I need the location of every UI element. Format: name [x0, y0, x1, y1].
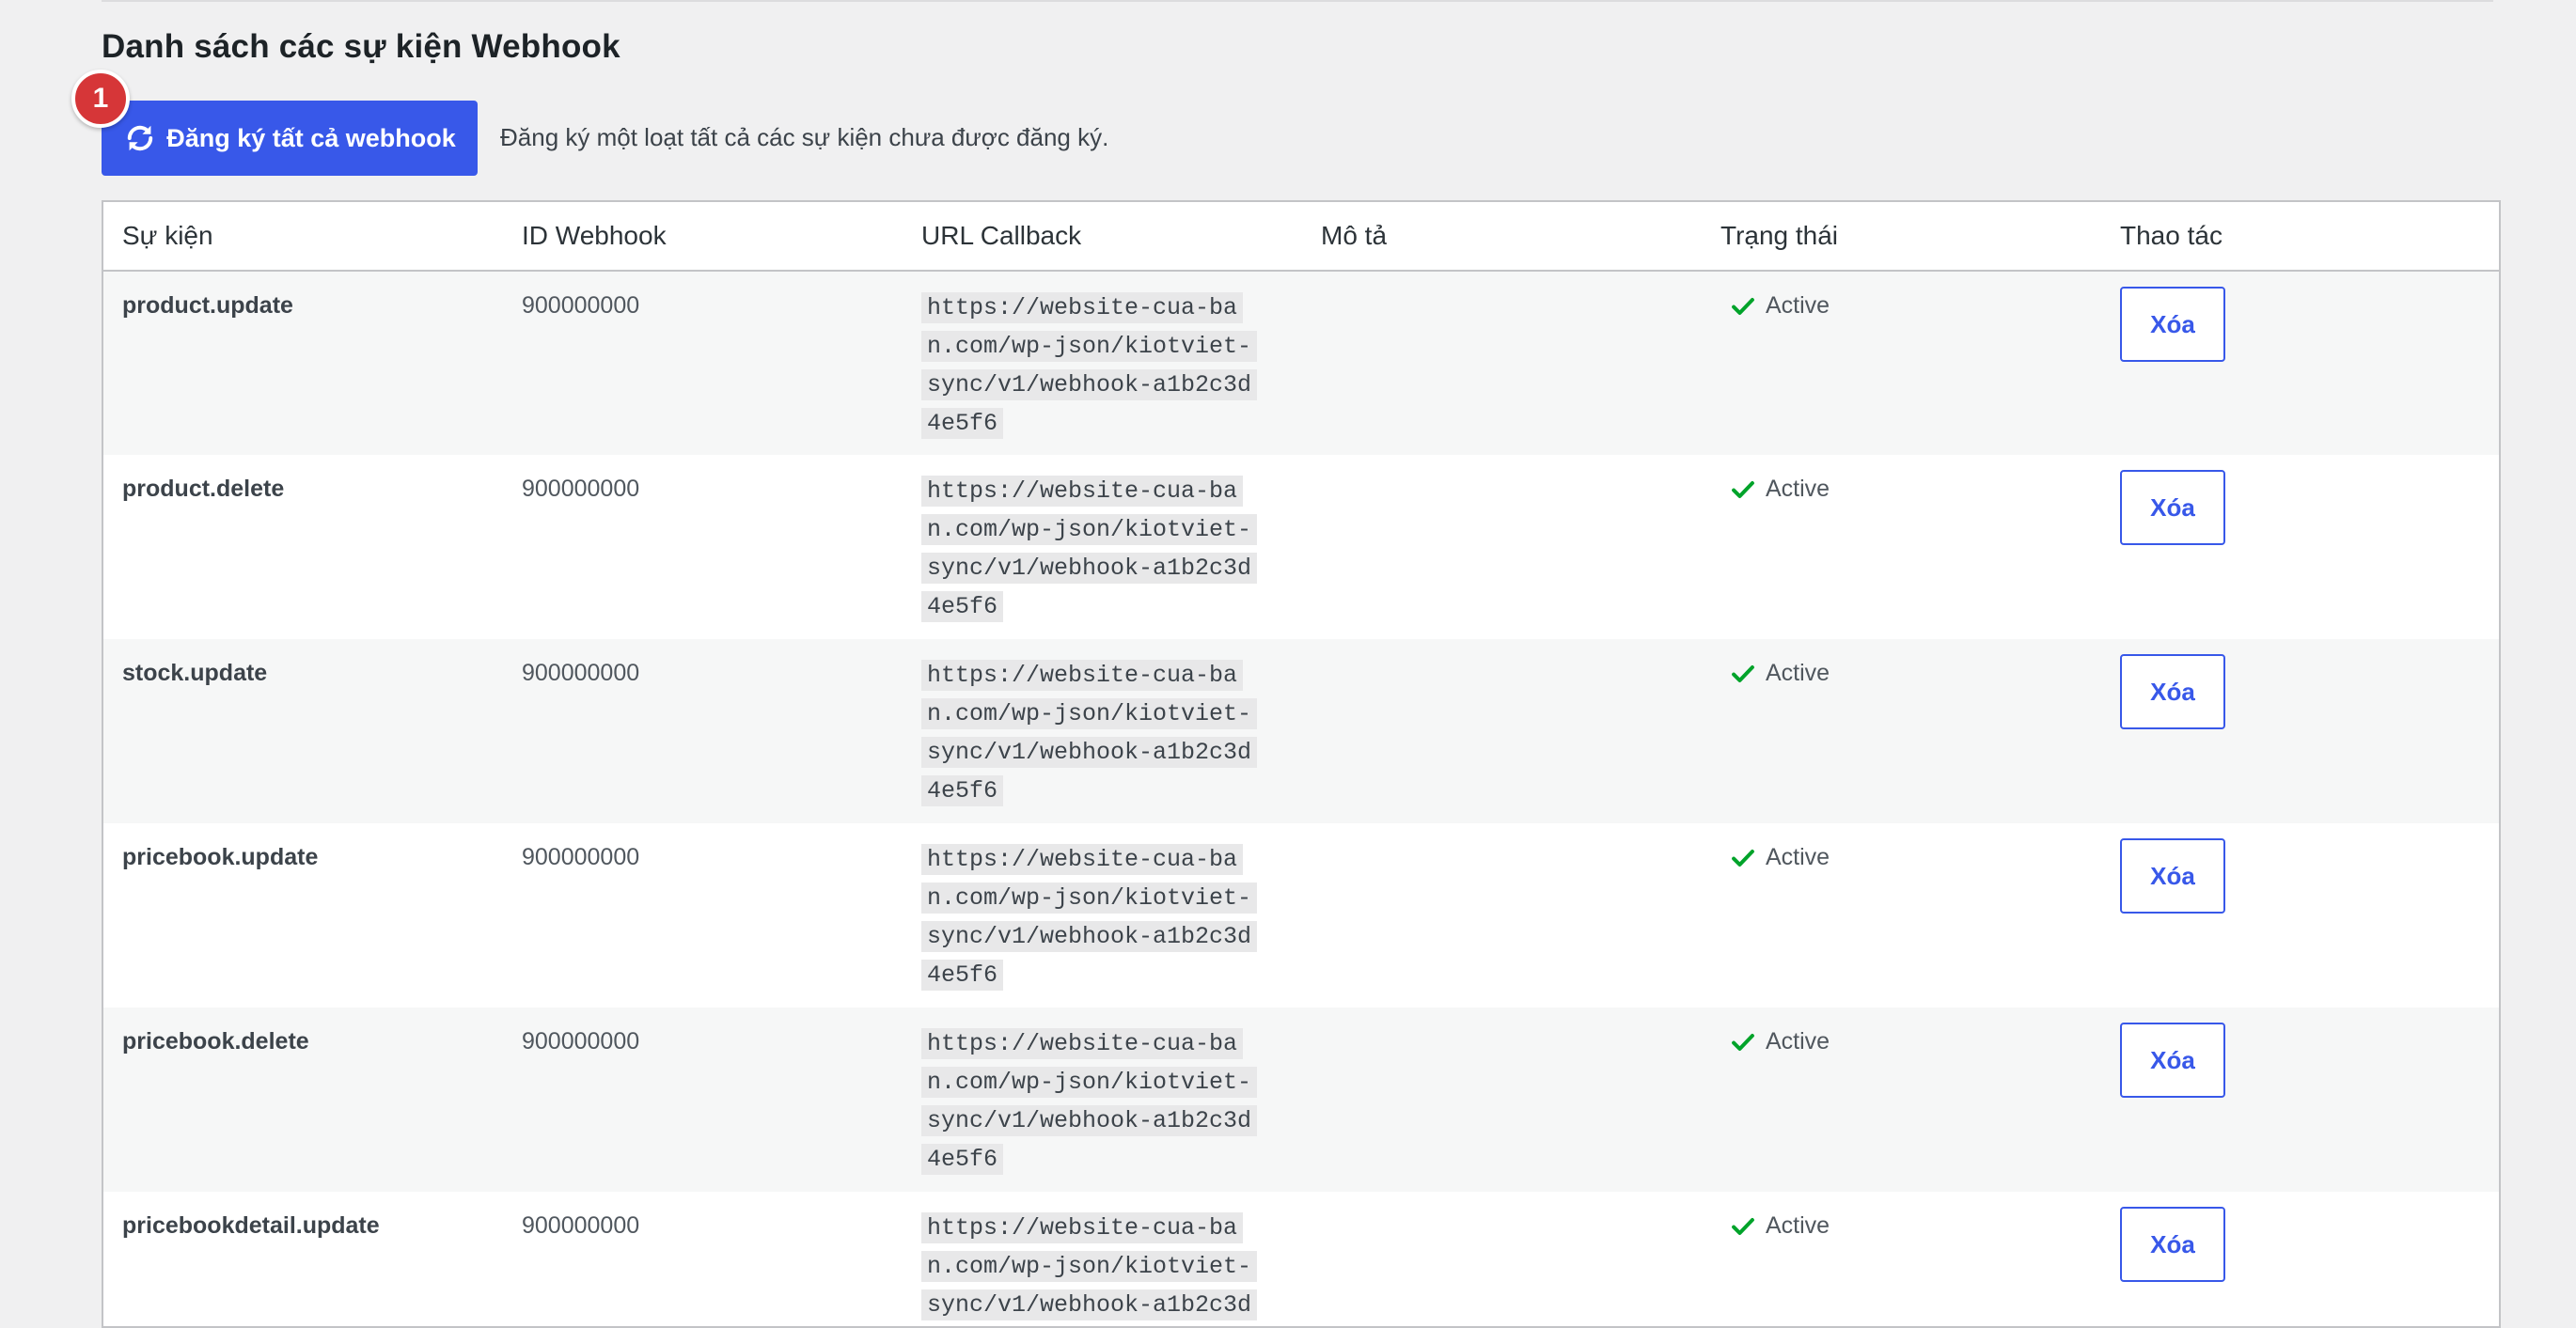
column-header-status: Trạng thái — [1702, 202, 2101, 272]
status-text: Active — [1766, 292, 1830, 319]
status-badge: Active — [1720, 660, 2082, 687]
callback-url: https://website-cua-ban.com/wp-json/kiot… — [921, 292, 1258, 439]
table-row: pricebookdetail.update 900000000 https:/… — [103, 1192, 2499, 1326]
refresh-icon — [123, 121, 157, 155]
delete-button[interactable]: Xóa — [2120, 1207, 2225, 1282]
step-badge: 1 — [71, 70, 130, 128]
table-row: product.update 900000000 https://website… — [103, 271, 2499, 455]
webhook-description — [1302, 1008, 1702, 1192]
top-divider — [102, 0, 2493, 2]
column-header-actions: Thao tác — [2101, 202, 2499, 272]
page-title: Danh sách các sự kiện Webhook — [102, 28, 620, 65]
callback-url: https://website-cua-ban.com/wp-json/kiot… — [921, 476, 1258, 622]
check-icon — [1732, 664, 1754, 682]
webhook-id: 900000000 — [522, 1028, 640, 1055]
column-header-event: Sự kiện — [103, 202, 503, 272]
event-name: pricebook.update — [122, 844, 319, 870]
check-icon — [1732, 480, 1754, 498]
table-row: stock.update 900000000 https://website-c… — [103, 639, 2499, 823]
webhook-id: 900000000 — [522, 660, 640, 686]
status-badge: Active — [1720, 292, 2082, 320]
webhook-description — [1302, 639, 1702, 823]
event-name: product.delete — [122, 476, 285, 502]
check-icon — [1732, 849, 1754, 867]
column-header-callback-url: URL Callback — [903, 202, 1302, 272]
check-icon — [1732, 1033, 1754, 1051]
register-all-webhooks-label: Đăng ký tất cả webhook — [166, 123, 456, 152]
status-text: Active — [1766, 660, 1830, 686]
status-text: Active — [1766, 1028, 1830, 1055]
webhook-description — [1302, 823, 1702, 1008]
callback-url: https://website-cua-ban.com/wp-json/kiot… — [921, 1212, 1258, 1326]
check-icon — [1732, 297, 1754, 315]
check-icon — [1732, 1217, 1754, 1235]
webhook-id: 900000000 — [522, 476, 640, 502]
webhook-id: 900000000 — [522, 1212, 640, 1239]
status-badge: Active — [1720, 476, 2082, 503]
table-row: pricebook.update 900000000 https://websi… — [103, 823, 2499, 1008]
webhook-description — [1302, 1192, 1702, 1326]
delete-button[interactable]: Xóa — [2120, 470, 2225, 545]
webhook-description — [1302, 271, 1702, 455]
callback-url: https://website-cua-ban.com/wp-json/kiot… — [921, 1028, 1258, 1175]
delete-button[interactable]: Xóa — [2120, 287, 2225, 362]
table-row: product.delete 900000000 https://website… — [103, 455, 2499, 639]
webhook-description — [1302, 455, 1702, 639]
column-header-description: Mô tả — [1302, 202, 1702, 272]
table-row: pricebook.delete 900000000 https://websi… — [103, 1008, 2499, 1192]
register-description: Đăng ký một loạt tất cả các sự kiện chưa… — [500, 123, 1109, 151]
webhook-id: 900000000 — [522, 844, 640, 870]
table-header-row: Sự kiện ID Webhook URL Callback Mô tả Tr… — [103, 202, 2499, 272]
delete-button[interactable]: Xóa — [2120, 654, 2225, 729]
webhook-id: 900000000 — [522, 292, 640, 319]
status-badge: Active — [1720, 1028, 2082, 1055]
status-text: Active — [1766, 1212, 1830, 1239]
register-all-webhooks-button[interactable]: Đăng ký tất cả webhook — [102, 101, 478, 176]
delete-button[interactable]: Xóa — [2120, 838, 2225, 914]
delete-button[interactable]: Xóa — [2120, 1023, 2225, 1098]
status-badge: Active — [1720, 1212, 2082, 1240]
event-name: pricebookdetail.update — [122, 1212, 380, 1239]
webhook-table: Sự kiện ID Webhook URL Callback Mô tả Tr… — [102, 200, 2501, 1328]
callback-url: https://website-cua-ban.com/wp-json/kiot… — [921, 660, 1258, 806]
event-name: pricebook.delete — [122, 1028, 309, 1055]
status-text: Active — [1766, 844, 1830, 870]
event-name: product.update — [122, 292, 293, 319]
column-header-webhook-id: ID Webhook — [503, 202, 903, 272]
callback-url: https://website-cua-ban.com/wp-json/kiot… — [921, 844, 1258, 991]
status-badge: Active — [1720, 844, 2082, 871]
event-name: stock.update — [122, 660, 268, 686]
status-text: Active — [1766, 476, 1830, 502]
